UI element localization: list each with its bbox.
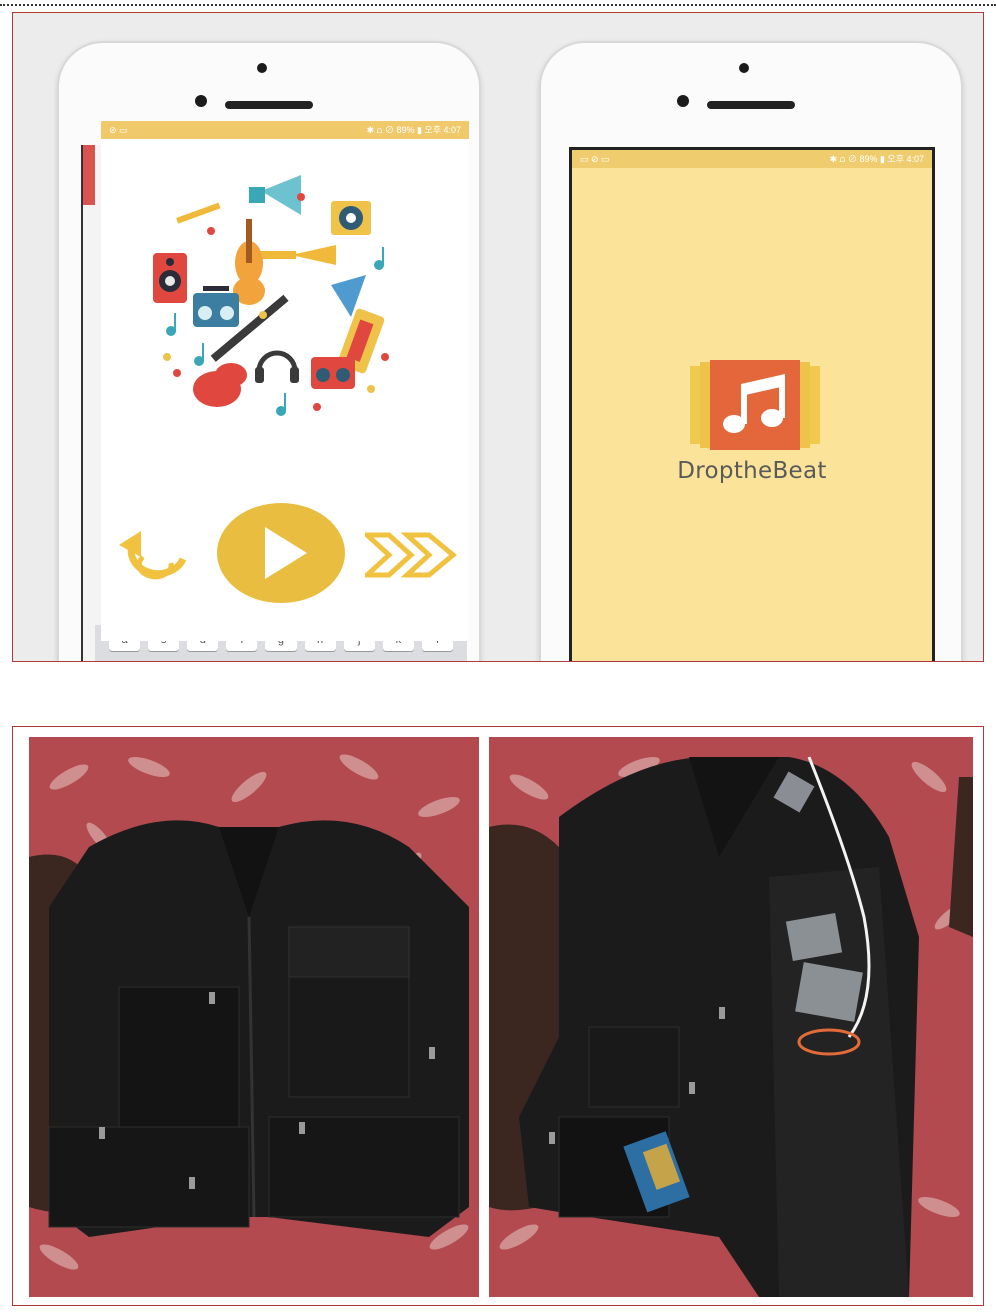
page-top-dotted-rule — [0, 4, 996, 6]
vest-photos-figure — [12, 726, 984, 1306]
phone-earpiece — [225, 101, 313, 109]
app-logo — [690, 360, 820, 450]
background-app-header — [83, 145, 95, 205]
status-bar: ▭ ⊘ ▭ ✱ ⩍ ⊘ 89% ▮ 오후 4:07 — [572, 150, 932, 168]
rewind-icon[interactable] — [113, 523, 195, 587]
status-left-icons: ▭ ⊘ ▭ — [580, 154, 610, 164]
app-screenshots-figure: asdfghjkl ⊘ ▭ ✱ ⩍ ⊘ 89% ▮ 오후 4:07 — [12, 12, 984, 662]
phone-sensor — [257, 63, 267, 73]
speaker-icon — [331, 201, 371, 235]
speaker-icon — [153, 253, 187, 303]
phone-sensor — [739, 63, 749, 73]
phone-earpiece — [707, 101, 795, 109]
status-right-text: ✱ ⩍ ⊘ 89% ▮ 오후 4:07 — [829, 154, 924, 164]
playback-controls — [101, 501, 469, 611]
status-left-icons: ⊘ ▭ — [109, 125, 128, 135]
music-collage-image — [146, 166, 406, 426]
vest-front-closed-photo — [29, 737, 479, 1297]
status-right-text: ✱ ⩍ ⊘ 89% ▮ 오후 4:07 — [366, 125, 461, 135]
player-screen: ⊘ ▭ ✱ ⩍ ⊘ 89% ▮ 오후 4:07 — [101, 121, 469, 641]
phone-camera — [677, 95, 689, 107]
fast-forward-icon[interactable] — [365, 529, 459, 581]
phone-camera — [195, 95, 207, 107]
app-name: DroptheBeat — [677, 458, 827, 484]
vest-open-with-electronics-photo — [489, 737, 973, 1297]
play-button[interactable] — [215, 501, 347, 605]
splash-screen: ▭ ⊘ ▭ ✱ ⩍ ⊘ 89% ▮ 오후 4:07 DroptheBeat — [569, 147, 935, 661]
radio-icon — [311, 357, 355, 389]
status-bar: ⊘ ▭ ✱ ⩍ ⊘ 89% ▮ 오후 4:07 — [101, 121, 469, 139]
